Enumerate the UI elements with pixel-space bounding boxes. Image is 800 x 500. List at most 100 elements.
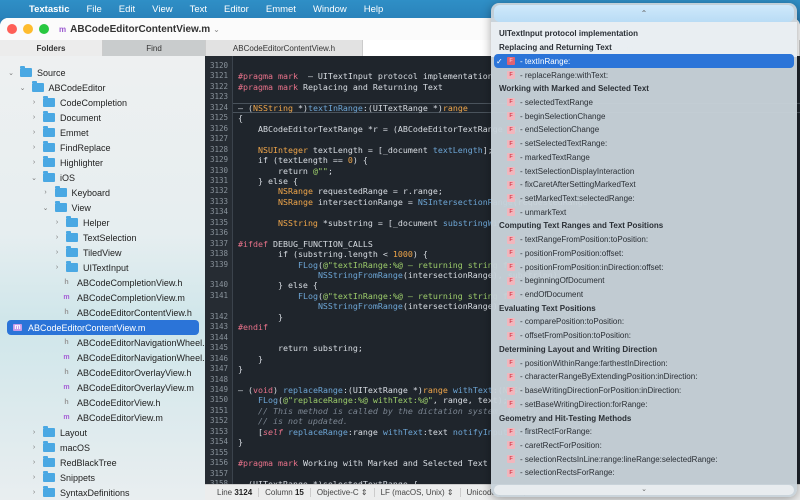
folder-row[interactable]: › RedBlackTree bbox=[29, 455, 117, 470]
language-select[interactable]: Objective-C ⇕ bbox=[311, 488, 375, 497]
folder-icon bbox=[66, 246, 78, 257]
symbol-item[interactable]: F - setMarkedText:selectedRange: bbox=[494, 192, 794, 206]
chevron-right-icon[interactable]: › bbox=[29, 144, 39, 151]
file-row[interactable]: m ABCodeEditorView.m bbox=[56, 410, 163, 425]
minimize-button[interactable] bbox=[23, 24, 33, 34]
chevron-right-icon[interactable]: › bbox=[29, 459, 39, 466]
file-row[interactable]: h ABCodeEditorView.h bbox=[56, 395, 160, 410]
tab-folders[interactable]: Folders bbox=[0, 40, 103, 56]
zoom-button[interactable] bbox=[39, 24, 49, 34]
menu-edit[interactable]: Edit bbox=[119, 4, 135, 15]
file-row[interactable]: m ABCodeEditorOverlayView.m bbox=[56, 380, 194, 395]
menu-view[interactable]: View bbox=[152, 4, 172, 15]
symbol-item[interactable]: F - selectionRectsInLine:range:lineRange:… bbox=[494, 452, 794, 466]
folder-row[interactable]: › Emmet bbox=[29, 125, 89, 140]
chevron-right-icon[interactable]: › bbox=[52, 249, 62, 256]
symbol-item[interactable]: F - endSelectionChange bbox=[494, 123, 794, 137]
chevron-right-icon[interactable]: › bbox=[41, 189, 51, 196]
chevron-right-icon[interactable]: › bbox=[52, 234, 62, 241]
file-row[interactable]: h ABCodeEditorContentView.h bbox=[56, 305, 192, 320]
tree-item-label: ABCodeCompletionView.m bbox=[77, 292, 185, 303]
symbol-item[interactable]: F - endOfDocument bbox=[494, 288, 794, 302]
symbol-item[interactable]: ✓ F - textInRange: bbox=[494, 54, 794, 69]
scroll-up-button[interactable]: ⌃ bbox=[494, 5, 794, 22]
menu-window[interactable]: Window bbox=[313, 4, 347, 15]
folder-row[interactable]: › Layout bbox=[29, 425, 87, 440]
symbol-item[interactable]: F - positionFromPosition:offset: bbox=[494, 247, 794, 261]
symbol-item[interactable]: F - selectedTextRange bbox=[494, 96, 794, 110]
tab-file-h[interactable]: ABCodeEditorContentView.h bbox=[206, 40, 363, 56]
file-row[interactable]: m ABCodeEditorContentView.m bbox=[7, 320, 199, 335]
menu-editor[interactable]: Editor bbox=[224, 4, 249, 15]
objc-file-icon: m bbox=[63, 354, 70, 361]
folder-row[interactable]: › Highlighter bbox=[29, 155, 103, 170]
chevron-down-icon: ⌄ bbox=[641, 486, 647, 493]
symbol-item[interactable]: F - positionFromPosition:inDirection:offs… bbox=[494, 260, 794, 274]
file-row[interactable]: m ABCodeEditorNavigationWheel.m bbox=[56, 350, 212, 365]
folder-row[interactable]: › Snippets bbox=[29, 470, 95, 485]
symbol-item[interactable]: F - unmarkText bbox=[494, 205, 794, 219]
chevron-right-icon[interactable]: › bbox=[29, 429, 39, 436]
symbol-item[interactable]: F - positionWithinRange:farthestInDirecti… bbox=[494, 356, 794, 370]
chevron-right-icon[interactable]: › bbox=[52, 219, 62, 226]
chevron-right-icon[interactable]: › bbox=[29, 474, 39, 481]
symbol-item[interactable]: F - textSelectionDisplayInteraction bbox=[494, 164, 794, 178]
folder-row[interactable]: › Document bbox=[29, 110, 101, 125]
folder-row[interactable]: ⌄ ABCodeEditor bbox=[18, 80, 106, 95]
symbol-item[interactable]: F - setBaseWritingDirection:forRange: bbox=[494, 397, 794, 411]
menu-app[interactable]: Textastic bbox=[29, 4, 69, 15]
function-badge-icon: F bbox=[507, 180, 515, 189]
chevron-down-icon[interactable]: ⌄ bbox=[18, 84, 28, 92]
chevron-right-icon[interactable]: › bbox=[29, 444, 39, 451]
symbol-item[interactable]: F - beginSelectionChange bbox=[494, 109, 794, 123]
folder-row[interactable]: ⌄ View bbox=[41, 200, 91, 215]
symbol-item[interactable]: F - beginningOfDocument bbox=[494, 274, 794, 288]
chevron-down-icon[interactable]: ⌄ bbox=[213, 25, 220, 34]
symbol-item[interactable]: F - offsetFromPosition:toPosition: bbox=[494, 329, 794, 343]
menu-text[interactable]: Text bbox=[190, 4, 207, 15]
menu-help[interactable]: Help bbox=[364, 4, 384, 15]
chevron-right-icon[interactable]: › bbox=[29, 489, 39, 496]
chevron-right-icon[interactable]: › bbox=[52, 264, 62, 271]
folder-row[interactable]: › SyntaxDefinitions bbox=[29, 485, 130, 500]
menu-file[interactable]: File bbox=[86, 4, 101, 15]
folder-row[interactable]: › FindReplace bbox=[29, 140, 111, 155]
window-title[interactable]: ABCodeEditorContentView.m bbox=[70, 24, 210, 35]
chevron-down-icon[interactable]: ⌄ bbox=[6, 69, 16, 77]
symbol-item[interactable]: F - markedTextRange bbox=[494, 150, 794, 164]
chevron-down-icon[interactable]: ⌄ bbox=[29, 174, 39, 182]
chevron-down-icon[interactable]: ⌄ bbox=[41, 204, 51, 212]
folder-row[interactable]: › UITextInput bbox=[52, 260, 129, 275]
symbol-item[interactable]: F - setSelectedTextRange: bbox=[494, 137, 794, 151]
chevron-right-icon[interactable]: › bbox=[29, 129, 39, 136]
chevron-right-icon[interactable]: › bbox=[29, 99, 39, 106]
folder-row[interactable]: › CodeCompletion bbox=[29, 95, 127, 110]
tab-find[interactable]: Find bbox=[103, 40, 206, 56]
folder-row[interactable]: › TiledView bbox=[52, 245, 122, 260]
chevron-right-icon[interactable]: › bbox=[29, 159, 39, 166]
folder-row[interactable]: ⌄ Source bbox=[6, 65, 66, 80]
folder-row[interactable]: › macOS bbox=[29, 440, 90, 455]
symbol-item[interactable]: F - caretRectForPosition: bbox=[494, 439, 794, 453]
symbol-item[interactable]: F - textRangeFromPosition:toPosition: bbox=[494, 233, 794, 247]
symbol-item[interactable]: F - selectionRectsForRange: bbox=[494, 466, 794, 480]
folder-row[interactable]: ⌄ iOS bbox=[29, 170, 75, 185]
symbol-item[interactable]: F - baseWritingDirectionForPosition:inDir… bbox=[494, 384, 794, 398]
file-row[interactable]: h ABCodeEditorOverlayView.h bbox=[56, 365, 191, 380]
line-endings-select[interactable]: LF (macOS, Unix) ⇕ bbox=[375, 488, 461, 497]
file-row[interactable]: h ABCodeCompletionView.h bbox=[56, 275, 182, 290]
chevron-right-icon[interactable]: › bbox=[29, 114, 39, 121]
close-button[interactable] bbox=[7, 24, 17, 34]
menu-emmet[interactable]: Emmet bbox=[266, 4, 296, 15]
symbol-item[interactable]: F - comparePosition:toPosition: bbox=[494, 315, 794, 329]
file-row[interactable]: h ABCodeEditorNavigationWheel.h bbox=[56, 335, 209, 350]
symbol-item[interactable]: F - replaceRange:withText: bbox=[494, 68, 794, 82]
folder-row[interactable]: › Keyboard bbox=[41, 185, 110, 200]
folder-row[interactable]: › TextSelection bbox=[52, 230, 137, 245]
symbol-item[interactable]: F - characterRangeByExtendingPosition:inD… bbox=[494, 370, 794, 384]
symbol-item[interactable]: F - firstRectForRange: bbox=[494, 425, 794, 439]
file-row[interactable]: m ABCodeCompletionView.m bbox=[56, 290, 185, 305]
folder-row[interactable]: › Helper bbox=[52, 215, 110, 230]
symbol-item[interactable]: F - fixCaretAfterSettingMarkedText bbox=[494, 178, 794, 192]
scroll-down-button[interactable]: ⌄ bbox=[494, 485, 794, 495]
